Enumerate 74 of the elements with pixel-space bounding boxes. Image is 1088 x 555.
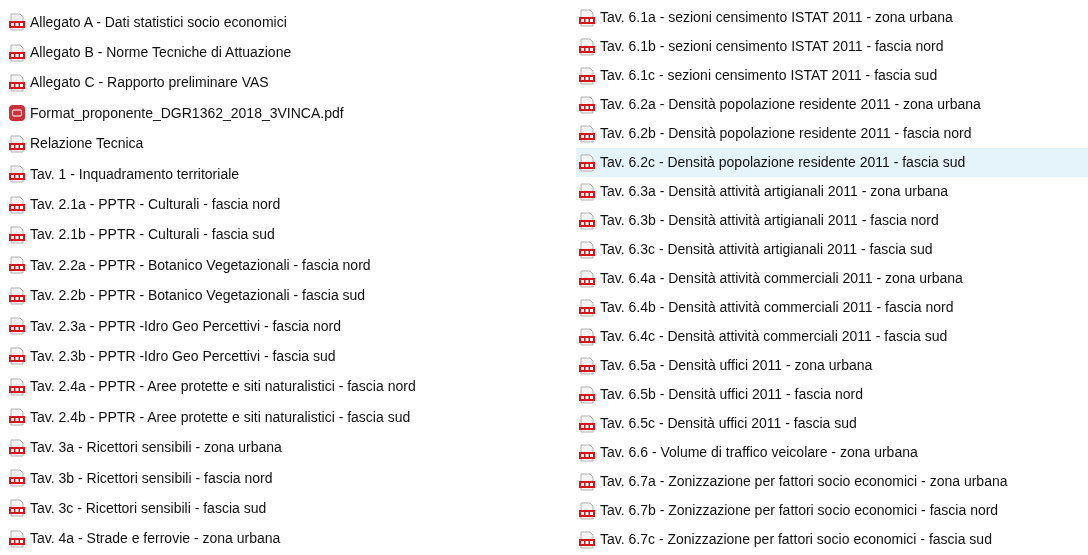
- pdf-file-icon: [8, 469, 26, 488]
- pdf-file-icon: [8, 499, 26, 518]
- file-item[interactable]: Tav. 2.3a - PPTR -Idro Geo Percettivi - fascia nord: [6, 310, 576, 342]
- file-item[interactable]: Tav. 6.1a - sezioni censimento ISTAT 2011 - zona urbana: [576, 3, 1088, 32]
- pdf-file-icon: [578, 124, 596, 143]
- pdf-file-icon: [8, 317, 26, 336]
- file-item[interactable]: Allegato C - Rapporto preliminare VAS: [6, 67, 576, 99]
- file-item[interactable]: Tav. 6.2c - Densità popolazione residente 2011 - fascia sud: [576, 148, 1088, 177]
- file-item[interactable]: Tav. 3b - Ricettori sensibili - fascia nord: [6, 462, 576, 494]
- file-item[interactable]: Tav. 6.1b - sezioni censimento ISTAT 2011 - fascia nord: [576, 32, 1088, 61]
- file-item[interactable]: Relazione Tecnica: [6, 128, 576, 159]
- pdf-file-icon: [578, 501, 596, 520]
- file-item[interactable]: Tav. 2.1b - PPTR - Culturali - fascia sud: [6, 219, 576, 251]
- pdf-file-icon: [578, 414, 596, 433]
- pdf-file-icon: [578, 472, 596, 491]
- pdf-file-icon: [8, 134, 26, 153]
- file-item[interactable]: Tav. 2.2b - PPTR - Botanico Vegetazionali - fascia sud: [6, 280, 576, 311]
- file-item[interactable]: Tav. 2.4b - PPTR - Aree protette e siti naturalistici - fascia sud: [6, 402, 576, 433]
- pdf-file-icon: [578, 240, 596, 259]
- pdf-file-icon: [8, 256, 26, 275]
- file-item[interactable]: Tav. 6.5a - Densità uffici 2011 - zona urbana: [576, 351, 1088, 380]
- pdf-file-icon: [578, 211, 596, 230]
- file-item[interactable]: Tav. 2.3b - PPTR -Idro Geo Percettivi - fascia sud: [6, 341, 576, 372]
- pdf-file-icon: [8, 408, 26, 427]
- pdf-file-icon: [578, 443, 596, 462]
- pdf-file-icon: [578, 385, 596, 404]
- file-item[interactable]: Tav. 6.4a - Densità attività commerciali 2011 - zona urbana: [576, 264, 1088, 293]
- pdf-file-icon: [8, 377, 26, 396]
- file-item[interactable]: Tav. 6.2a - Densità popolazione residente 2011 - zona urbana: [576, 90, 1088, 119]
- pdf-file-icon: [578, 8, 596, 27]
- pdf-file-icon: [8, 13, 26, 32]
- file-item[interactable]: Tav. 6.7b - Zonizzazione per fattori socio economici - fascia nord: [576, 496, 1088, 525]
- pdf-file-icon: [578, 269, 596, 288]
- pdf-file-icon: [578, 356, 596, 375]
- file-item[interactable]: Tav. 6.7c - Zonizzazione per fattori socio economici - fascia sud: [576, 525, 1088, 554]
- pdf-file-icon: [8, 347, 26, 366]
- pdf-file-icon: [578, 153, 596, 172]
- pdf-file-icon: [8, 438, 26, 457]
- file-item[interactable]: Tav. 6.3c - Densità attività artigianali 2011 - fascia sud: [576, 235, 1088, 264]
- pdf-file-icon: [578, 66, 596, 85]
- file-item[interactable]: Tav. 6.3a - Densità attività artigianali 2011 - zona urbana: [576, 177, 1088, 206]
- file-item[interactable]: Tav. 6.6 - Volume di traffico veicolare - zona urbana: [576, 438, 1088, 467]
- app-file-icon: [8, 104, 26, 123]
- pdf-file-icon: [8, 43, 26, 62]
- pdf-file-icon: [578, 37, 596, 56]
- file-item[interactable]: Tav. 6.5b - Densità uffici 2011 - fascia nord: [576, 380, 1088, 409]
- pdf-file-icon: [8, 529, 26, 548]
- pdf-file-icon: [8, 195, 26, 214]
- file-item[interactable]: Allegato A - Dati statistici socio economici: [6, 7, 576, 38]
- file-item[interactable]: Tav. 3a - Ricettori sensibili - zona urbana: [6, 432, 576, 463]
- file-item[interactable]: Tav. 6.5c - Densità uffici 2011 - fascia sud: [576, 409, 1088, 438]
- file-item[interactable]: Tav. 6.4b - Densità attività commerciali 2011 - fascia nord: [576, 293, 1088, 322]
- file-item[interactable]: Tav. 6.3b - Densità attività artigianali 2011 - fascia nord: [576, 206, 1088, 235]
- pdf-file-icon: [8, 225, 26, 244]
- file-item[interactable]: Tav. 2.4a - PPTR - Aree protette e siti naturalistici - fascia nord: [6, 371, 576, 403]
- file-item[interactable]: Tav. 6.2b - Densità popolazione residente 2011 - fascia nord: [576, 119, 1088, 148]
- pdf-file-icon: [8, 73, 26, 92]
- file-item[interactable]: Tav. 2.1a - PPTR - Culturali - fascia nord: [6, 189, 576, 220]
- pdf-file-icon: [578, 298, 596, 317]
- pdf-file-icon: [578, 327, 596, 346]
- pdf-file-icon: [8, 286, 26, 305]
- pdf-file-icon: [578, 95, 596, 114]
- file-item[interactable]: Tav. 6.7a - Zonizzazione per fattori socio economici - zona urbana: [576, 467, 1088, 496]
- pdf-file-icon: [578, 182, 596, 201]
- file-item[interactable]: Tav. 1 - Inquadramento territoriale: [6, 158, 576, 190]
- pdf-file-icon: [8, 165, 26, 184]
- file-item[interactable]: Format_proponente_DGR1362_2018_3VINCA.pdf: [6, 98, 576, 129]
- file-item[interactable]: Allegato B - Norme Tecniche di Attuazione: [6, 37, 576, 68]
- file-item[interactable]: Tav. 6.4c - Densità attività commerciali 2011 - fascia sud: [576, 322, 1088, 351]
- file-item[interactable]: Tav. 4a - Strade e ferrovie - zona urbana: [6, 523, 576, 555]
- file-item[interactable]: Tav. 6.1c - sezioni censimento ISTAT 2011 - fascia sud: [576, 61, 1088, 90]
- file-item[interactable]: Tav. 3c - Ricettori sensibili - fascia sud: [6, 493, 576, 524]
- pdf-file-icon: [578, 530, 596, 549]
- file-item[interactable]: Tav. 2.2a - PPTR - Botanico Vegetazionali - fascia nord: [6, 250, 576, 281]
